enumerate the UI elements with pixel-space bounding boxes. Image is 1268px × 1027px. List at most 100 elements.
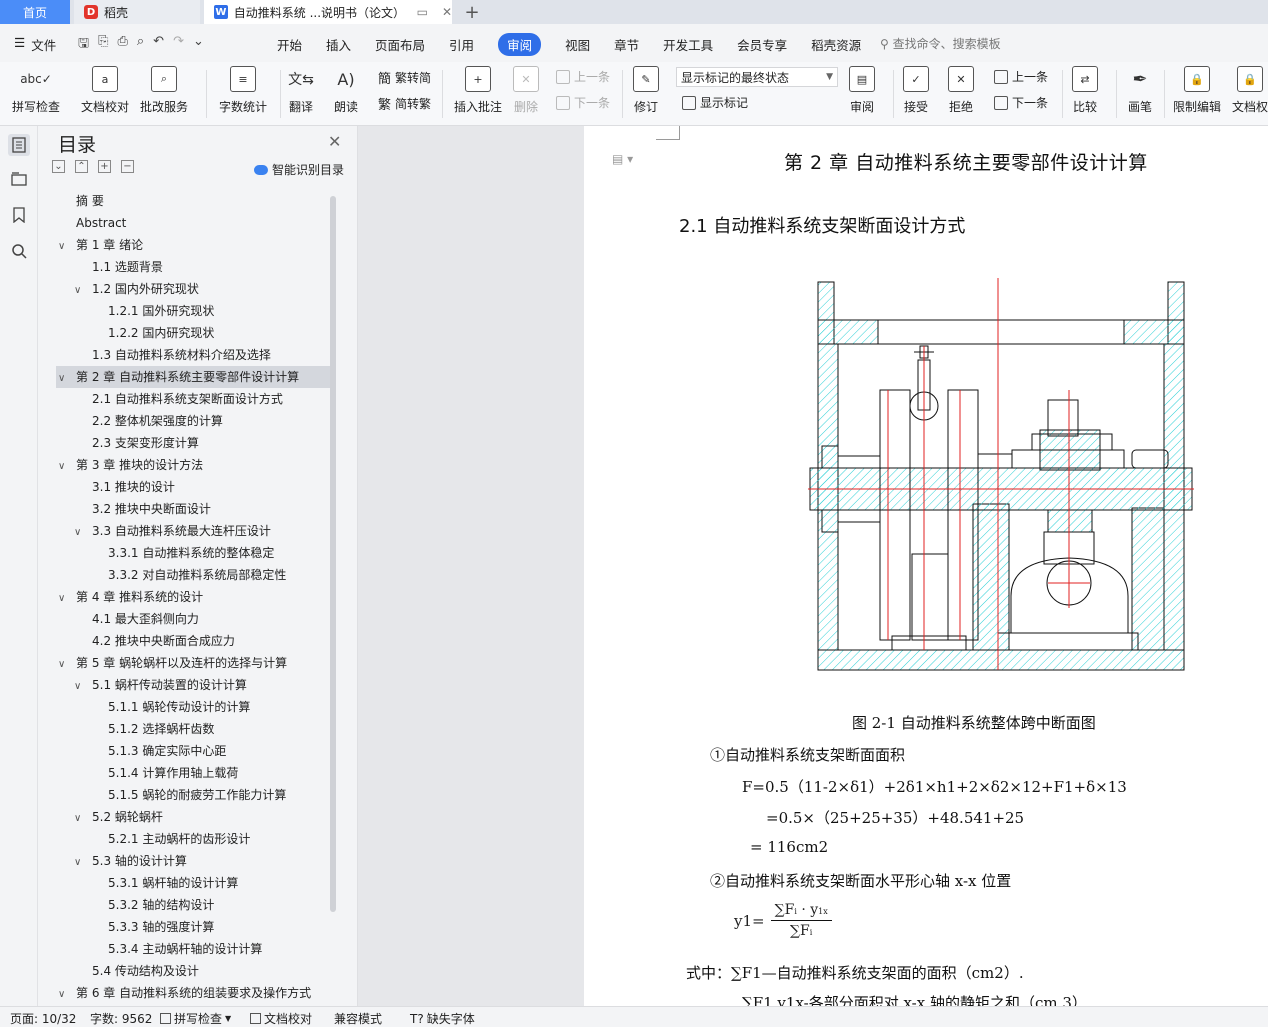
expand-all-icon[interactable]: ⌄ xyxy=(52,160,65,173)
chapter-nav-icon[interactable] xyxy=(8,168,30,190)
close-icon[interactable]: ✕ xyxy=(442,5,452,19)
toc-scrollbar[interactable] xyxy=(330,196,336,912)
menu-docer-resources[interactable]: 稻壳资源 xyxy=(811,35,861,54)
menu-dev-tools[interactable]: 开发工具 xyxy=(663,35,713,54)
toc-item[interactable]: 3.3.2 对自动推料系统局部稳定性 xyxy=(56,564,330,586)
export-icon[interactable]: ⎘ xyxy=(98,34,108,56)
read-aloud-button[interactable]: A) 朗读 xyxy=(333,66,359,115)
toc-item[interactable]: ∨ 5.2 蜗轮蜗杆 xyxy=(56,806,330,828)
toc-item[interactable]: ∨ 5.1 蜗杆传动装置的设计计算 xyxy=(56,674,330,696)
spell-check-status[interactable]: 拼写检查 ▼ xyxy=(160,1010,231,1027)
menu-references[interactable]: 引用 xyxy=(449,35,474,54)
toc-item[interactable]: 5.3.3 轴的强度计算 xyxy=(56,916,330,938)
toc-item[interactable]: 2.3 支架变形度计算 xyxy=(56,432,330,454)
word-count-button[interactable]: ≡ 字数统计 xyxy=(219,66,267,115)
toc-item[interactable]: 2.1 自动推料系统支架断面设计方式 xyxy=(56,388,330,410)
menu-layout[interactable]: 页面布局 xyxy=(375,35,425,54)
toc-item[interactable]: ∨ 5.3 轴的设计计算 xyxy=(56,850,330,872)
chevron-down-icon[interactable]: ∨ xyxy=(58,588,70,610)
translate-button[interactable]: 文⇆ 翻译 xyxy=(288,66,314,115)
doc-proofread-button[interactable]: a 文档校对 xyxy=(81,66,129,115)
toc-item[interactable]: 1.3 自动推料系统材料介绍及选择 xyxy=(56,344,330,366)
compare-button[interactable]: ⇄ 比较 xyxy=(1072,66,1098,115)
chevron-down-icon[interactable]: ∨ xyxy=(74,676,86,698)
toc-item[interactable]: ∨ 第 1 章 绪论 xyxy=(56,234,330,256)
proofread-status[interactable]: 文档校对 xyxy=(250,1010,312,1027)
chevron-down-icon[interactable]: ∨ xyxy=(58,654,70,676)
toc-item[interactable]: 3.2 推块中央断面设计 xyxy=(56,498,330,520)
print-icon[interactable]: ⎙ xyxy=(117,34,127,56)
chevron-down-icon[interactable]: ∨ xyxy=(58,984,70,1000)
toc-item[interactable]: 5.1.3 确定实际中心距 xyxy=(56,740,330,762)
toc-item[interactable]: ∨ 第 3 章 推块的设计方法 xyxy=(56,454,330,476)
missing-font-status[interactable]: T? 缺失字体 xyxy=(410,1010,475,1027)
toc-item[interactable]: 5.1.4 计算作用轴上载荷 xyxy=(56,762,330,784)
smart-toc-button[interactable]: 智能识别目录 xyxy=(254,161,344,178)
remove-heading-icon[interactable]: − xyxy=(121,160,134,173)
document-page[interactable]: ▤ ▾ 第 2 章 自动推料系统主要零部件设计计算 2.1 自动推料系统支架断面… xyxy=(584,126,1268,1006)
close-icon[interactable]: ✕ xyxy=(328,132,341,151)
doc-rights-button[interactable]: 🔒 文档权 xyxy=(1232,66,1268,115)
trad-to-simp-button[interactable]: 簡 繁转简 xyxy=(378,68,431,87)
chevron-down-icon[interactable]: ∨ xyxy=(74,522,86,544)
toc-item[interactable]: ∨ 第 6 章 自动推料系统的组装要求及操作方式 xyxy=(56,982,330,1000)
markup-state-select[interactable]: 显示标记的最终状态 ▼ xyxy=(676,67,838,87)
menu-insert[interactable]: 插入 xyxy=(326,35,351,54)
toc-item[interactable]: 5.2.1 主动蜗杆的齿形设计 xyxy=(56,828,330,850)
tab-home[interactable]: 首页 xyxy=(0,0,70,24)
spell-check-button[interactable]: abc✓ 拼写检查 xyxy=(12,66,60,115)
toc-item[interactable]: ∨ 1.2 国内外研究现状 xyxy=(56,278,330,300)
chevron-down-icon[interactable]: ∨ xyxy=(58,368,70,390)
toc-item[interactable]: 摘 要 xyxy=(56,190,330,212)
simp-to-trad-button[interactable]: 繁 简转繁 xyxy=(378,94,431,113)
toc-item[interactable]: ∨ 第 2 章 自动推料系统主要零部件设计计算 xyxy=(56,366,330,388)
toc-item[interactable]: 1.2.2 国内研究现状 xyxy=(56,322,330,344)
toc-item[interactable]: 5.3.1 蜗杆轴的设计计算 xyxy=(56,872,330,894)
toc-item[interactable]: 1.2.1 国外研究现状 xyxy=(56,300,330,322)
toc-item[interactable]: 4.1 最大歪斜侧向力 xyxy=(56,608,330,630)
save-icon[interactable]: 🖫 xyxy=(78,34,89,56)
toc-item[interactable]: ∨ 第 5 章 蜗轮蜗杆以及连杆的选择与计算 xyxy=(56,652,330,674)
toc-item[interactable]: 5.1.5 蜗轮的耐疲劳工作能力计算 xyxy=(56,784,330,806)
toc-item[interactable]: ∨ 第 4 章 推料系统的设计 xyxy=(56,586,330,608)
restrict-editing-button[interactable]: 🔒 限制编辑 xyxy=(1173,66,1221,115)
review-pane-button[interactable]: ▤ 审阅 xyxy=(849,66,875,115)
batch-service-button[interactable]: ⌕ 批改服务 xyxy=(140,66,188,115)
delete-comment-button[interactable]: ✕ 删除 xyxy=(513,66,539,115)
collapse-all-icon[interactable]: ⌃ xyxy=(75,160,88,173)
reject-button[interactable]: ✕ 拒绝 xyxy=(948,66,974,115)
chevron-down-icon[interactable]: ∨ xyxy=(74,280,86,302)
page-indicator[interactable]: 页面: 10/32 xyxy=(10,1010,76,1027)
accept-button[interactable]: ✓ 接受 xyxy=(903,66,929,115)
tab-docer[interactable]: D 稻壳 xyxy=(74,0,200,24)
toc-item[interactable]: 5.3.2 轴的结构设计 xyxy=(56,894,330,916)
preview-icon[interactable]: ⌕ xyxy=(137,34,144,56)
next-change-button[interactable]: 下一条 xyxy=(994,94,1048,111)
pin-icon[interactable]: ▭ xyxy=(417,5,428,19)
toc-item[interactable]: 1.1 选题背景 xyxy=(56,256,330,278)
prev-change-button[interactable]: 上一条 xyxy=(994,68,1048,85)
toc-item[interactable]: 5.4 传动结构及设计 xyxy=(56,960,330,982)
chevron-down-icon[interactable]: ∨ xyxy=(58,456,70,478)
chevron-down-icon[interactable]: ∨ xyxy=(74,852,86,874)
menu-member[interactable]: 会员专享 xyxy=(737,35,787,54)
toc-item[interactable]: 4.2 推块中央断面合成应力 xyxy=(56,630,330,652)
toc-item[interactable]: Abstract xyxy=(56,212,330,234)
menu-view[interactable]: 视图 xyxy=(565,35,590,54)
toc-item[interactable]: 5.1.1 蜗轮传动设计的计算 xyxy=(56,696,330,718)
chevron-down-icon[interactable]: ∨ xyxy=(58,236,70,258)
menu-chapter[interactable]: 章节 xyxy=(614,35,639,54)
prev-comment-button[interactable]: 上一条 xyxy=(556,68,610,85)
menu-review[interactable]: 审阅 xyxy=(498,33,542,56)
toc-item[interactable]: 2.2 整体机架强度的计算 xyxy=(56,410,330,432)
chevron-down-icon[interactable]: ∨ xyxy=(74,808,86,830)
insert-comment-button[interactable]: + 插入批注 xyxy=(454,66,502,115)
toc-item[interactable]: 5.3.4 主动蜗杆轴的设计计算 xyxy=(56,938,330,960)
redo-icon[interactable]: ↷ xyxy=(173,34,184,56)
toc-item[interactable]: 3.3.1 自动推料系统的整体稳定 xyxy=(56,542,330,564)
add-heading-icon[interactable]: + xyxy=(98,160,111,173)
toc-item[interactable]: 3.1 推块的设计 xyxy=(56,476,330,498)
pen-button[interactable]: ✒ 画笔 xyxy=(1127,66,1153,115)
next-comment-button[interactable]: 下一条 xyxy=(556,94,610,111)
command-search[interactable]: ⚲ 查找命令、搜索模板 xyxy=(880,35,1001,52)
